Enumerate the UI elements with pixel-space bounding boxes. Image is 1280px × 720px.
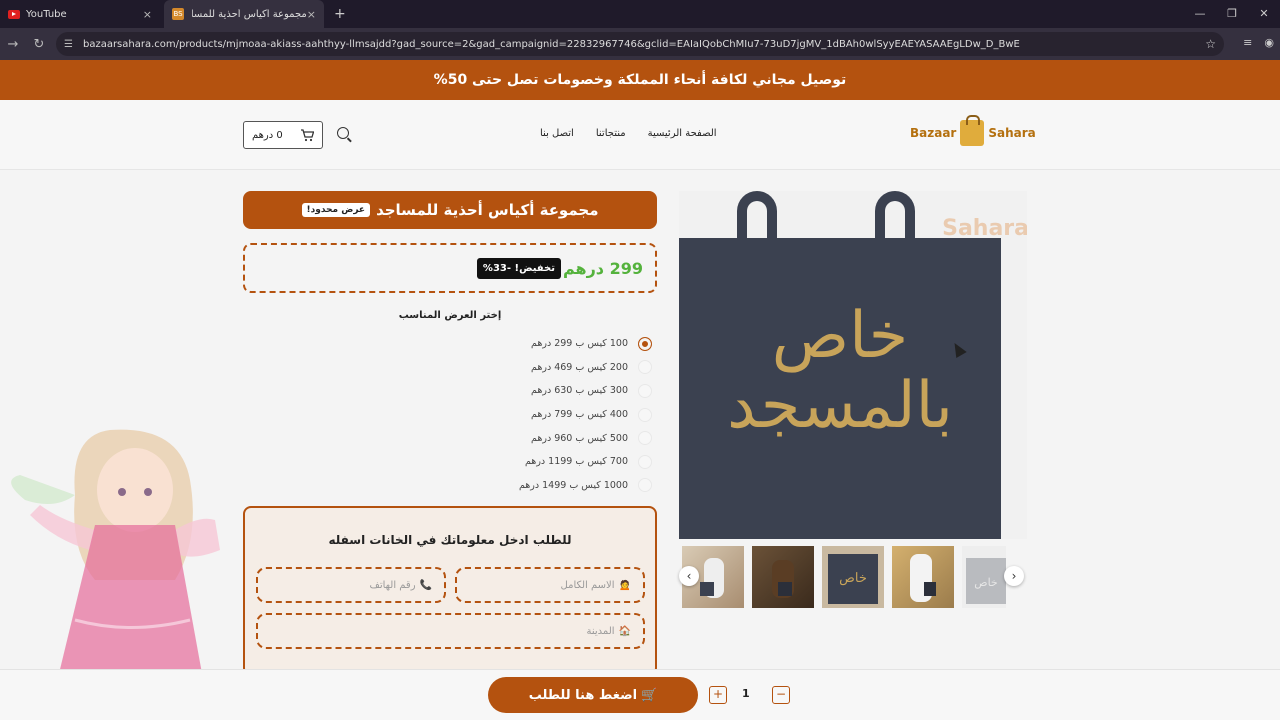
offer-radio[interactable] (638, 431, 652, 446)
logo-text-left: Bazaar (910, 126, 957, 140)
offer-label: 200 كيس ب 469 درهم (531, 361, 628, 373)
home-icon: 🏠 (618, 625, 631, 637)
product-thumbnails: خاص خاص ‹ › (679, 546, 1027, 608)
window-controls: — ❐ ✕ (1184, 0, 1280, 28)
product-price: 299 درهم (562, 258, 643, 278)
product-main-image[interactable]: Sahara خاص بالمسجد (679, 191, 1027, 539)
offer-section-label: إختر العرض المناسب (398, 310, 502, 321)
maximize-icon[interactable]: ❐ (1216, 0, 1248, 28)
offer-radio[interactable] (638, 360, 652, 375)
order-now-button[interactable]: 🛒 اضغط هنا للطلب (488, 677, 698, 713)
close-window-icon[interactable]: ✕ (1248, 0, 1280, 28)
order-form: للطلب ادخل معلوماتك في الخانات اسفله 🙍 ا… (243, 506, 657, 676)
thumbnails-prev-button[interactable]: ‹ (679, 566, 699, 586)
offer-radio[interactable] (638, 454, 652, 469)
announcement-bar: توصيل مجاني لكافة أنحاء المملكة وخصومات … (0, 60, 1280, 100)
phone-input[interactable]: 📞 رقم الهاتف (256, 567, 446, 603)
extensions-icon[interactable]: ≡ (1243, 36, 1252, 49)
browser-tab-bar: YouTube × BS مجموعة أكياس أحذية للمساجد … (0, 0, 1280, 28)
tab-close-icon[interactable]: × (307, 8, 316, 21)
offer-label: 100 كيس ب 299 درهم (531, 338, 628, 350)
offer-option[interactable]: 500 كيس ب 960 درهم (420, 426, 660, 450)
logo-bag-icon (960, 115, 985, 146)
order-now-label: اضغط هنا للطلب (528, 687, 638, 703)
city-placeholder: المدينة (586, 625, 615, 637)
offer-option[interactable]: 400 كيس ب 799 درهم (420, 403, 660, 427)
full-name-placeholder: الاسم الكامل (560, 579, 615, 591)
youtube-icon (8, 9, 20, 19)
site-favicon-icon: BS (172, 8, 184, 20)
offer-option[interactable]: 700 كيس ب 1199 درهم (420, 450, 660, 474)
thumbnail[interactable] (752, 546, 814, 608)
full-name-input[interactable]: 🙍 الاسم الكامل (455, 567, 645, 603)
offer-option[interactable]: 200 كيس ب 469 درهم (420, 356, 660, 380)
thumbnail[interactable] (892, 546, 954, 608)
cart-icon: 🛒 (641, 687, 658, 703)
url-field[interactable]: ☰ bazaarsahara.com/products/mjmoaa-akias… (56, 32, 1224, 56)
discount-badge: تخفيض! -33% (476, 257, 561, 279)
site-logo[interactable]: Bazaar Sahara (910, 115, 1036, 146)
svg-text:خاص: خاص (839, 571, 867, 586)
nav-products[interactable]: منتجاتنا (596, 128, 626, 139)
user-icon: 🙍 (618, 579, 631, 591)
tab-close-icon[interactable]: × (143, 8, 152, 21)
tab-label: مجموعة أكياس أحذية للمساجد (192, 8, 307, 20)
order-form-title: للطلب ادخل معلوماتك في الخانات اسفله (328, 533, 572, 547)
offer-radio[interactable] (638, 383, 652, 398)
address-bar-row: → ↻ ☰ bazaarsahara.com/products/mjmoaa-a… (0, 28, 1280, 60)
tab-product[interactable]: BS مجموعة أكياس أحذية للمساجد × (164, 0, 324, 28)
profile-icon[interactable]: ◉ (1264, 36, 1274, 49)
forward-icon[interactable]: → (0, 37, 26, 52)
limited-offer-badge: عرض محدود! (301, 203, 371, 217)
nav-home[interactable]: الصفحة الرئيسية (648, 128, 717, 139)
cart-total: 0 درهم (252, 129, 283, 141)
offer-radio[interactable] (638, 478, 652, 493)
cart-icon (301, 128, 314, 141)
search-icon[interactable] (337, 127, 349, 139)
url-text: bazaarsahara.com/products/mjmoaa-akiass-… (82, 38, 1020, 50)
anime-character-sticker (11, 429, 220, 695)
offer-label: 700 كيس ب 1199 درهم (524, 456, 628, 468)
offer-option[interactable]: 100 كيس ب 299 درهم (420, 332, 660, 356)
thumbnails-next-button[interactable]: › (1004, 566, 1024, 586)
cart-button[interactable]: 0 درهم (243, 121, 323, 149)
browser-actions: ≡ ◉ (1243, 36, 1274, 49)
offer-label: 300 كيس ب 630 درهم (531, 385, 628, 397)
quantity-plus-button[interactable]: + (709, 686, 727, 704)
tab-label: YouTube (26, 8, 67, 20)
offer-radio[interactable] (638, 407, 652, 422)
offer-radio[interactable] (638, 336, 652, 351)
sticky-order-bar: 🛒 اضغط هنا للطلب + 1 − (0, 669, 1280, 720)
phone-icon: 📞 (419, 579, 432, 591)
thumbnail[interactable]: خاص (962, 546, 1006, 608)
main-nav: الصفحة الرئيسية منتجاتنا اتصل بنا (540, 128, 717, 139)
site-header: 0 درهم الصفحة الرئيسية منتجاتنا اتصل بنا… (0, 100, 1280, 170)
reload-icon[interactable]: ↻ (26, 37, 52, 52)
site-info-icon[interactable]: ☰ (64, 39, 73, 50)
offer-label: 500 كيس ب 960 درهم (531, 432, 628, 444)
city-input[interactable]: 🏠 المدينة (256, 613, 645, 649)
offer-label: 400 كيس ب 799 درهم (531, 409, 628, 421)
logo-text-right: Sahara (988, 126, 1036, 140)
offer-option[interactable]: 300 كيس ب 630 درهم (420, 379, 660, 403)
quantity-minus-button[interactable]: − (772, 686, 790, 704)
phone-placeholder: رقم الهاتف (369, 579, 416, 591)
tab-youtube[interactable]: YouTube × (0, 0, 160, 28)
quantity-value: 1 (742, 687, 750, 700)
product-title-bar: مجموعة أكياس أحذية للمساجد عرض محدود! (243, 191, 657, 229)
product-title: مجموعة أكياس أحذية للمساجد (376, 201, 599, 219)
offer-label: 1000 كيس ب 1499 درهم (518, 479, 628, 491)
offer-option[interactable]: 1000 كيس ب 1499 درهم (420, 474, 660, 498)
bookmark-star-icon[interactable]: ☆ (1205, 37, 1216, 51)
thumbnail[interactable]: خاص (822, 546, 884, 608)
nav-contact[interactable]: اتصل بنا (540, 128, 574, 139)
minimize-icon[interactable]: — (1184, 0, 1216, 28)
offer-options: 100 كيس ب 299 درهم 200 كيس ب 469 درهم 30… (420, 332, 660, 497)
bag-print-text: خاص بالمسجد (727, 299, 953, 444)
svg-text:خاص: خاص (974, 576, 997, 589)
price-box: 299 درهم تخفيض! -33% (243, 243, 657, 293)
new-tab-button[interactable]: + (334, 6, 346, 22)
